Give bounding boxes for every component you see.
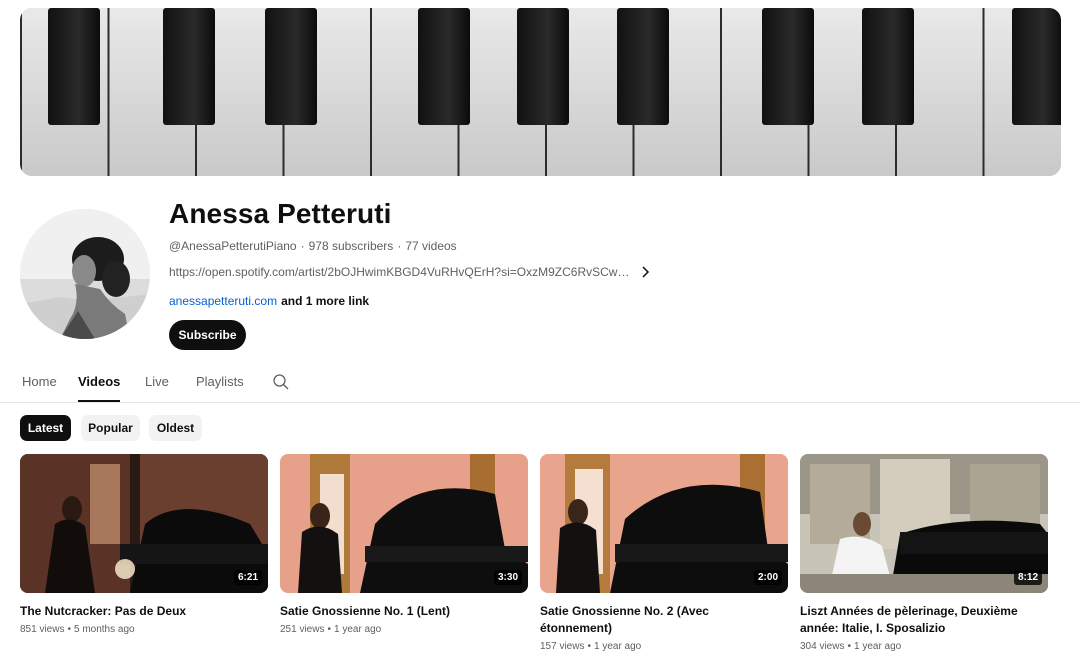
- video-card[interactable]: 2:00 Satie Gnossienne No. 2 (Avec étonne…: [540, 454, 788, 653]
- chip-latest[interactable]: Latest: [20, 415, 71, 441]
- video-thumbnail[interactable]: 3:30: [280, 454, 528, 593]
- video-count: 77 videos: [405, 239, 457, 253]
- video-thumbnail[interactable]: 6:21: [20, 454, 268, 593]
- subscribe-button[interactable]: Subscribe: [169, 320, 246, 350]
- video-duration: 8:12: [1013, 570, 1042, 585]
- channel-tabs: Home Videos Live Playlists: [0, 364, 1080, 403]
- video-thumbnail[interactable]: 2:00: [540, 454, 788, 593]
- separator: •: [67, 624, 71, 635]
- chip-popular[interactable]: Popular: [81, 415, 140, 441]
- video-meta: 157 views • 1 year ago: [540, 640, 788, 653]
- view-count: 251 views: [280, 624, 325, 635]
- separator: •: [327, 624, 331, 635]
- video-duration: 2:00: [753, 570, 782, 585]
- channel-page: Anessa Petteruti @AnessaPetterutiPiano · 9…: [0, 0, 1080, 657]
- more-links-button[interactable]: and 1 more link: [281, 294, 369, 308]
- video-duration: 3:30: [493, 570, 522, 585]
- separator: •: [847, 641, 851, 652]
- upload-age: 1 year ago: [853, 641, 902, 652]
- video-meta: 304 views • 1 year ago: [800, 640, 1048, 653]
- upload-age: 1 year ago: [593, 641, 642, 652]
- separator: ·: [300, 239, 305, 253]
- chevron-right-icon[interactable]: [639, 265, 653, 279]
- video-meta: 851 views • 5 months ago: [20, 623, 268, 636]
- tab-videos[interactable]: Videos: [78, 364, 121, 402]
- separator: •: [587, 641, 591, 652]
- tab-live[interactable]: Live: [145, 364, 169, 400]
- channel-avatar[interactable]: [20, 209, 150, 339]
- video-meta: 251 views • 1 year ago: [280, 623, 528, 636]
- channel-title: Anessa Petteruti: [169, 198, 392, 229]
- video-card[interactable]: 3:30 Satie Gnossienne No. 1 (Lent) 251 v…: [280, 454, 528, 636]
- tab-home[interactable]: Home: [22, 364, 57, 400]
- description-text: https://open.spotify.com/artist/2bOJHwim…: [169, 265, 631, 279]
- chip-oldest[interactable]: Oldest: [149, 415, 202, 441]
- website-link[interactable]: anessapetteruti.com: [169, 294, 277, 308]
- upload-age: 5 months ago: [73, 624, 135, 635]
- video-card[interactable]: 6:21 The Nutcracker: Pas de Deux 851 vie…: [20, 454, 268, 636]
- view-count: 304 views: [800, 641, 845, 652]
- upload-age: 1 year ago: [333, 624, 382, 635]
- view-count: 157 views: [540, 641, 585, 652]
- channel-banner: [20, 8, 1061, 176]
- video-title[interactable]: The Nutcracker: Pas de Deux: [20, 603, 268, 620]
- search-icon[interactable]: [272, 373, 290, 391]
- video-title[interactable]: Liszt Années de pèlerinage, Deuxième ann…: [800, 603, 1048, 637]
- video-duration: 6:21: [233, 570, 262, 585]
- view-count: 851 views: [20, 624, 65, 635]
- video-card[interactable]: 8:12 Liszt Années de pèlerinage, Deuxièm…: [800, 454, 1048, 653]
- channel-description[interactable]: https://open.spotify.com/artist/2bOJHwim…: [169, 264, 653, 280]
- video-title[interactable]: Satie Gnossienne No. 1 (Lent): [280, 603, 528, 620]
- separator: ·: [397, 239, 402, 253]
- channel-handle: @AnessaPetterutiPiano: [169, 239, 297, 253]
- video-title[interactable]: Satie Gnossienne No. 2 (Avec étonnement): [540, 603, 788, 637]
- channel-meta: @AnessaPetterutiPiano · 978 subscribers · 77…: [169, 239, 457, 253]
- video-thumbnail[interactable]: 8:12: [800, 454, 1048, 593]
- tab-playlists[interactable]: Playlists: [196, 364, 244, 400]
- channel-links: anessapetteruti.com and 1 more link: [169, 294, 369, 308]
- subscriber-count: 978 subscribers: [308, 239, 394, 253]
